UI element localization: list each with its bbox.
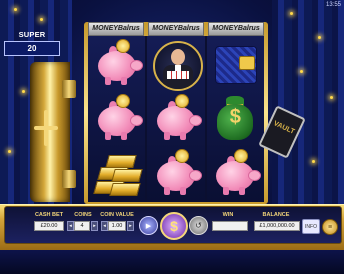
reel-2 <box>147 36 205 202</box>
reel-grid: $ <box>88 36 264 202</box>
win-label: WIN <box>222 212 234 218</box>
wallet-icon <box>209 39 261 89</box>
coin-value-value: 1.00 <box>108 221 126 231</box>
stage-light <box>318 36 321 39</box>
win-value <box>212 221 248 231</box>
vault-hinge <box>62 170 76 188</box>
vault-hinge <box>62 80 76 98</box>
super-meter: SUPER METER 20 <box>4 30 60 56</box>
spin-button[interactable]: $ <box>160 212 188 240</box>
max-bet-button[interactable]: ↺ <box>189 216 208 235</box>
balance-value: £1,000,000.00 <box>254 221 300 231</box>
stage-light <box>290 12 293 15</box>
money-bag-icon: $ <box>209 94 261 144</box>
reel-logo: MONEYBalrus <box>148 22 204 36</box>
piggy-bank-icon <box>150 93 202 144</box>
coins-increase-button[interactable]: ▸ <box>91 221 98 231</box>
gold-bars-icon <box>91 149 143 199</box>
reel-logo: MONEYBalrus <box>208 22 264 36</box>
right-curtain <box>272 0 344 205</box>
stage-light <box>312 160 315 163</box>
balance-label: BALANCE <box>262 212 290 218</box>
stage-light <box>14 8 17 11</box>
piggy-bank-icon <box>91 93 143 144</box>
stage-floor <box>0 250 344 274</box>
coins-decrease-button[interactable]: ◂ <box>67 221 74 231</box>
coins-value: 4 <box>74 221 90 231</box>
stage-light <box>330 96 333 99</box>
reel-3: $ <box>206 36 264 202</box>
stage-light <box>300 70 303 73</box>
coins-label: COINS <box>74 212 92 218</box>
coin-value-increase-button[interactable]: ▸ <box>127 221 134 231</box>
autoplay-button[interactable]: ▶ <box>139 216 158 235</box>
super-meter-value: 20 <box>4 41 60 56</box>
menu-button[interactable]: ≡ <box>322 219 338 235</box>
coin-value-decrease-button[interactable]: ◂ <box>101 221 108 231</box>
cash-bet-value: £20.00 <box>34 221 64 231</box>
piggy-bank-icon <box>209 149 262 199</box>
piggy-bank-icon <box>150 149 202 199</box>
info-button[interactable]: INFO <box>302 219 320 234</box>
coin-value-label: COIN VALUE <box>100 212 134 218</box>
clock: 13:55 <box>325 2 341 8</box>
vault-handle-icon <box>34 110 58 146</box>
key-tag-text: VAULT <box>272 120 296 136</box>
reel-header: MONEYBalrus MONEYBalrus MONEYBalrus <box>88 22 264 36</box>
tycoon-man-icon <box>150 39 203 91</box>
piggy-bank-icon <box>91 38 143 89</box>
reel-logo: MONEYBalrus <box>88 22 144 36</box>
stage-light <box>40 18 43 21</box>
stage-light <box>8 150 11 153</box>
reel-1 <box>88 36 146 202</box>
cash-bet-label: CASH BET <box>34 212 64 218</box>
stage-light <box>22 90 25 93</box>
